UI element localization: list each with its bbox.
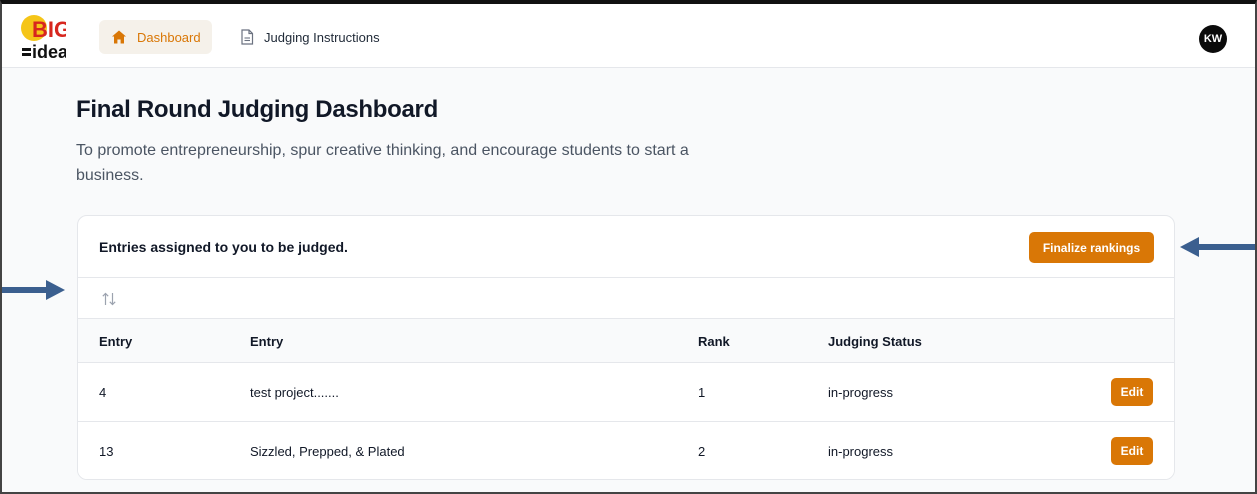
card-header: Entries assigned to you to be judged. Fi… [78, 216, 1174, 278]
big-idea-logo[interactable]: BIG idea [20, 10, 66, 62]
table-header-row: Entry Entry Rank Judging Status [78, 319, 1174, 363]
rank-cell: 2 [698, 444, 706, 459]
entry-id-cell: 13 [99, 444, 114, 459]
logo-text-big: BIG [32, 17, 66, 42]
column-header-entry-id[interactable]: Entry [99, 334, 132, 349]
page-subtitle: To promote entrepreneurship, spur creati… [76, 142, 689, 184]
nav-tab-dashboard-label: Dashboard [137, 29, 201, 45]
annotation-arrow-right-icon [2, 280, 65, 300]
home-icon [112, 30, 126, 44]
column-header-rank[interactable]: Rank [698, 334, 730, 349]
card-title: Entries assigned to you to be judged. [99, 239, 348, 255]
status-cell: in-progress [828, 385, 894, 400]
column-header-entry-name[interactable]: Entry [250, 334, 283, 349]
column-header-judging-status[interactable]: Judging Status [828, 334, 922, 349]
annotation-arrow-left-icon [1180, 237, 1255, 257]
app-window: BIG idea Dashboard Judging Instructions … [0, 0, 1257, 494]
status-cell: in-progress [828, 444, 894, 459]
table-row: 4 test project....... 1 in-progress Edit [78, 363, 1174, 422]
user-avatar[interactable]: KW [1199, 25, 1227, 53]
edit-button[interactable]: Edit [1111, 437, 1153, 465]
edit-button[interactable]: Edit [1111, 378, 1153, 406]
logo-text-idea: idea [32, 42, 66, 62]
logo-graphic: BIG idea [21, 15, 66, 62]
entries-card: Entries assigned to you to be judged. Fi… [77, 215, 1175, 480]
entry-name-cell: Sizzled, Prepped, & Plated [250, 444, 405, 459]
nav-tab-judging-instructions[interactable]: Judging Instructions [228, 20, 398, 54]
sort-arrows-icon[interactable] [100, 290, 118, 308]
nav-tab-dashboard[interactable]: Dashboard [99, 20, 212, 54]
nav-tab-judging-instructions-label: Judging Instructions [264, 29, 380, 45]
entry-name-cell: test project....... [250, 385, 339, 400]
rank-cell: 1 [698, 385, 706, 400]
top-navigation-bar: BIG idea Dashboard Judging Instructions … [2, 4, 1255, 68]
page-title: Final Round Judging Dashboard [76, 96, 438, 123]
sort-toolbar [78, 278, 1174, 319]
table-row: 13 Sizzled, Prepped, & Plated 2 in-progr… [78, 422, 1174, 479]
document-icon [241, 29, 254, 45]
entry-id-cell: 4 [99, 385, 107, 400]
finalize-rankings-button[interactable]: Finalize rankings [1029, 232, 1154, 263]
